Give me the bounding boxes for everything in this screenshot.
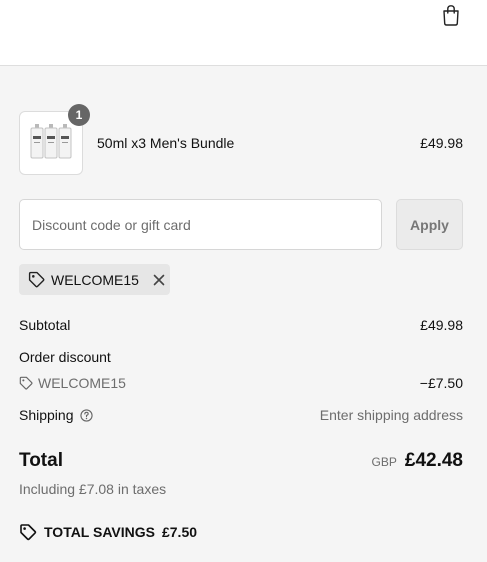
product-price: £49.98 xyxy=(420,135,463,151)
close-icon[interactable] xyxy=(153,274,165,286)
tag-icon xyxy=(20,524,37,541)
total-savings-label: TOTAL SAVINGS xyxy=(44,524,155,540)
total-savings: TOTAL SAVINGS £7.50 xyxy=(19,523,197,541)
quantity-badge: 1 xyxy=(68,104,90,126)
total-value: £42.48 xyxy=(404,450,463,471)
help-circle-icon[interactable] xyxy=(79,409,93,422)
subtotal-label: Subtotal xyxy=(19,317,71,333)
order-summary: 1 50ml x3 Men's Bundle £49.98 Apply WELC… xyxy=(0,66,487,562)
taxes-row: Including £7.08 in taxes xyxy=(19,481,463,497)
discount-code-cell: WELCOME15 xyxy=(19,375,126,391)
discount-code-input[interactable] xyxy=(19,199,382,250)
tag-icon xyxy=(19,376,33,390)
shipping-label: Shipping xyxy=(19,407,74,423)
order-discount-label: Order discount xyxy=(19,349,111,365)
shipping-cell: Shipping xyxy=(19,407,93,423)
total-row: Total GBP £42.48 xyxy=(19,450,463,472)
product-name: 50ml x3 Men's Bundle xyxy=(97,135,235,151)
tag-icon xyxy=(28,271,45,288)
shopping-bag-icon[interactable] xyxy=(441,4,461,26)
shipping-value: Enter shipping address xyxy=(319,407,463,423)
header xyxy=(0,0,487,66)
subtotal-value: £49.98 xyxy=(420,317,463,333)
discount-value: −£7.50 xyxy=(419,375,463,391)
applied-discount-chip: WELCOME15 xyxy=(19,264,170,295)
order-discount-row: Order discount xyxy=(19,349,463,365)
taxes-text: Including £7.08 in taxes xyxy=(19,481,167,497)
total-value-cell: GBP £42.48 xyxy=(372,450,463,472)
discount-code-label: WELCOME15 xyxy=(38,375,126,391)
apply-button[interactable]: Apply xyxy=(396,199,463,250)
subtotal-row: Subtotal £49.98 xyxy=(19,317,463,333)
shipping-row: Shipping Enter shipping address xyxy=(19,407,463,423)
currency-code: GBP xyxy=(371,455,397,469)
discount-code-row: WELCOME15 −£7.50 xyxy=(19,375,463,391)
applied-discount-code: WELCOME15 xyxy=(51,271,139,288)
total-savings-value: £7.50 xyxy=(161,524,198,540)
total-label: Total xyxy=(19,450,63,471)
